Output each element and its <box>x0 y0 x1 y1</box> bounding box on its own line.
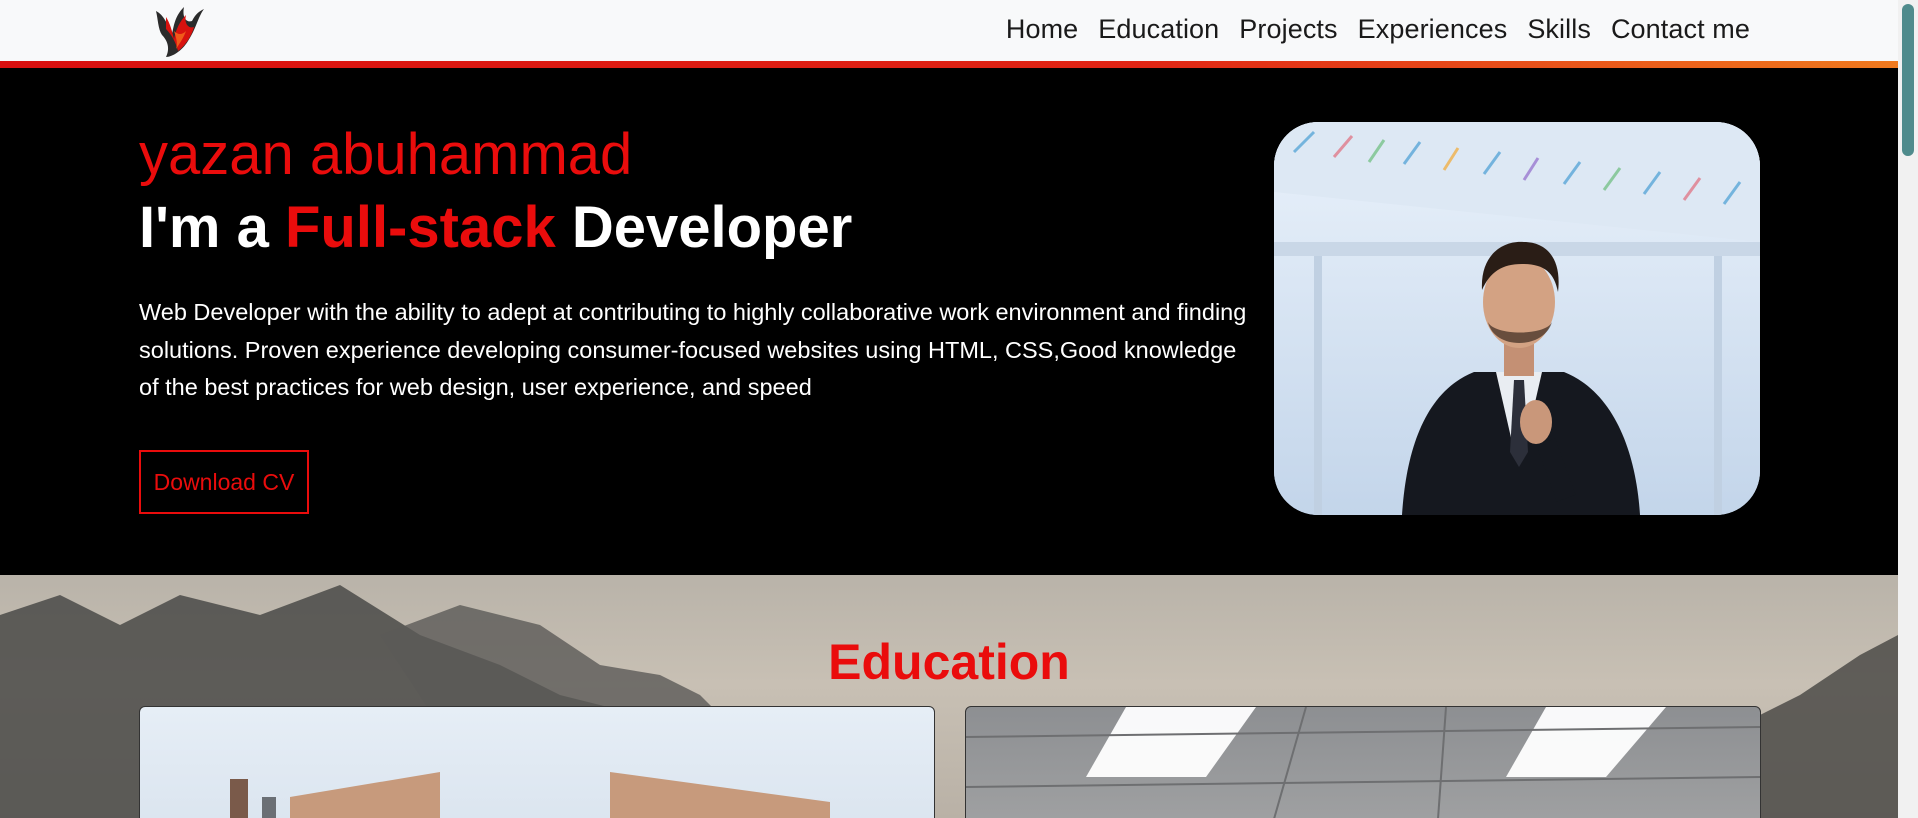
hero-role-accent: Full-stack <box>284 195 556 260</box>
nav-contact-link[interactable]: Contact me <box>1611 14 1750 45</box>
download-cv-button[interactable]: Download CV <box>139 450 309 514</box>
education-card[interactable] <box>139 706 935 818</box>
hero-role-prefix: I'm a <box>139 195 285 260</box>
nav-links: Home Education Projects Experiences Skil… <box>1006 0 1750 58</box>
nav-experiences-link[interactable]: Experiences <box>1358 14 1508 45</box>
profile-photo <box>1274 122 1760 515</box>
education-card[interactable] <box>965 706 1761 818</box>
education-section: Education <box>0 575 1898 818</box>
hero-role-suffix: Developer <box>555 195 853 260</box>
navbar-accent-bar <box>0 61 1898 68</box>
hero-role: I'm a Full-stack Developer <box>139 199 852 257</box>
page-scrollbar[interactable] <box>1898 0 1918 818</box>
hero-description: Web Developer with the ability to adept … <box>139 299 1247 400</box>
navbar: Home Education Projects Experiences Skil… <box>0 0 1898 62</box>
flame-logo-icon[interactable] <box>146 1 208 59</box>
hero-section: yazan abuhammad I'm a Full-stack Develop… <box>0 68 1898 575</box>
education-title: Education <box>828 634 1070 690</box>
nav-projects-link[interactable]: Projects <box>1239 14 1337 45</box>
nav-skills-link[interactable]: Skills <box>1527 14 1591 45</box>
nav-education-link[interactable]: Education <box>1098 14 1219 45</box>
scrollbar-thumb[interactable] <box>1902 4 1914 156</box>
nav-home-link[interactable]: Home <box>1006 14 1078 45</box>
hero-name: yazan abuhammad <box>139 122 633 187</box>
